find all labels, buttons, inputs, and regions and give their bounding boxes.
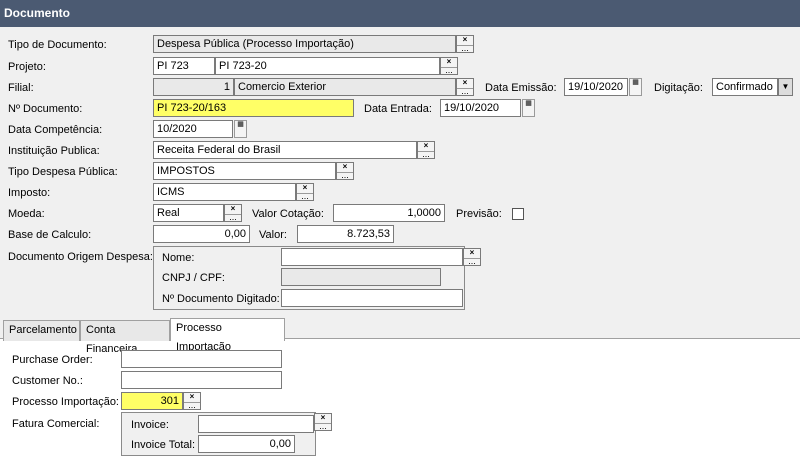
projeto-label: Projeto: xyxy=(8,61,46,73)
documento-origem-numero-field[interactable] xyxy=(281,289,463,307)
moeda-label: Moeda: xyxy=(8,208,45,220)
customer-no-label: Customer No.: xyxy=(12,375,83,387)
processo-importacao-field[interactable]: 301 xyxy=(121,392,183,410)
tipo-documento-label: Tipo de Documento: xyxy=(8,39,107,51)
tipo-despesa-publica-label: Tipo Despesa Pública: xyxy=(8,166,118,178)
projeto-lookup-button[interactable]: ×... xyxy=(440,57,458,75)
valor-field[interactable]: 8.723,53 xyxy=(297,225,394,243)
calendar-icon: ▦ xyxy=(525,100,532,107)
invoice-label: Invoice: xyxy=(131,419,169,431)
imposto-lookup-button[interactable]: ×... xyxy=(296,183,314,201)
data-entrada-calendar-button[interactable]: ▦ xyxy=(522,99,535,117)
valor-label: Valor: xyxy=(259,229,287,241)
moeda-field[interactable]: Real xyxy=(153,204,224,222)
digitacao-label: Digitação: xyxy=(654,82,703,94)
documento-origem-nome-label: Nome: xyxy=(162,252,195,264)
tab-processo-importacao[interactable]: Processo Importação xyxy=(170,318,285,353)
data-competencia-label: Data Competência: xyxy=(8,124,103,136)
calendar-icon: ▦ xyxy=(237,121,244,128)
invoice-field[interactable] xyxy=(198,415,314,433)
tipo-documento-field[interactable]: Despesa Pública (Processo Importação) xyxy=(153,35,456,53)
invoice-total-label: Invoice Total: xyxy=(131,439,196,451)
instituicao-publica-field[interactable]: Receita Federal do Brasil xyxy=(153,141,417,159)
ellipsis-icon: ... xyxy=(441,66,457,76)
valor-cotacao-field[interactable]: 1,0000 xyxy=(333,204,445,222)
processo-importacao-lookup-button[interactable]: ×... xyxy=(183,392,201,410)
ellipsis-icon: ... xyxy=(457,87,473,97)
processo-importacao-label: Processo Importação: xyxy=(12,396,119,408)
window-title: Documento xyxy=(0,0,800,27)
tipo-despesa-publica-lookup-button[interactable]: ×... xyxy=(336,162,354,180)
filial-label: Filial: xyxy=(8,82,34,94)
data-emissao-field[interactable]: 19/10/2020 xyxy=(564,78,628,96)
ellipsis-icon: ... xyxy=(457,44,473,54)
ellipsis-icon: ... xyxy=(418,150,434,160)
tipo-documento-lookup-button[interactable]: ×... xyxy=(456,35,474,53)
documento-origem-numero-label: Nº Documento Digitado: xyxy=(162,293,280,305)
invoice-lookup-button[interactable]: ×... xyxy=(314,413,332,431)
projeto-code-field[interactable]: PI 723 xyxy=(153,57,215,75)
data-emissao-label: Data Emissão: xyxy=(485,82,557,94)
imposto-label: Imposto: xyxy=(8,187,51,199)
filial-code-field[interactable]: 1 xyxy=(153,78,234,96)
digitacao-select[interactable]: Confirmado xyxy=(712,78,778,96)
ellipsis-icon: ... xyxy=(184,401,200,411)
data-competencia-calendar-button[interactable]: ▦ xyxy=(234,120,247,138)
ellipsis-icon: ... xyxy=(297,192,313,202)
customer-no-field[interactable] xyxy=(121,371,282,389)
previsao-checkbox[interactable] xyxy=(512,208,524,220)
documento-origem-lookup-button[interactable]: ×... xyxy=(463,248,481,266)
tab-parcelamento[interactable]: Parcelamento xyxy=(3,320,80,341)
valor-cotacao-label: Valor Cotação: xyxy=(252,208,324,220)
chevron-down-icon: ▼ xyxy=(781,82,790,91)
data-entrada-field[interactable]: 19/10/2020 xyxy=(440,99,521,117)
fatura-comercial-label: Fatura Comercial: xyxy=(12,418,100,430)
imposto-field[interactable]: ICMS xyxy=(153,183,296,201)
invoice-total-field[interactable]: 0,00 xyxy=(198,435,295,453)
purchase-order-field[interactable] xyxy=(121,350,282,368)
calendar-icon: ▦ xyxy=(632,79,639,86)
ellipsis-icon: ... xyxy=(337,171,353,181)
data-entrada-label: Data Entrada: xyxy=(364,103,432,115)
ellipsis-icon: ... xyxy=(315,422,331,432)
documento-origem-label: Documento Origem Despesa: xyxy=(8,251,153,263)
instituicao-publica-lookup-button[interactable]: ×... xyxy=(417,141,435,159)
moeda-lookup-button[interactable]: ×... xyxy=(224,204,242,222)
ellipsis-icon: ... xyxy=(225,213,241,223)
tipo-despesa-publica-field[interactable]: IMPOSTOS xyxy=(153,162,336,180)
documento-origem-cnpj-field[interactable] xyxy=(281,268,441,286)
numero-documento-field[interactable]: PI 723-20/163 xyxy=(153,99,354,117)
tab-conta-financeira[interactable]: Conta Financeira xyxy=(80,320,170,355)
filial-name-field[interactable]: Comercio Exterior xyxy=(234,78,456,96)
purchase-order-label: Purchase Order: xyxy=(12,354,93,366)
base-calculo-label: Base de Calculo: xyxy=(8,229,92,241)
ellipsis-icon: ... xyxy=(464,257,480,267)
numero-documento-label: Nº Documento: xyxy=(8,103,83,115)
data-competencia-field[interactable]: 10/2020 xyxy=(153,120,233,138)
filial-lookup-button[interactable]: ×... xyxy=(456,78,474,96)
documento-origem-nome-field[interactable] xyxy=(281,248,463,266)
previsao-label: Previsão: xyxy=(456,208,502,220)
data-emissao-calendar-button[interactable]: ▦ xyxy=(629,78,642,96)
instituicao-publica-label: Instituição Publica: xyxy=(8,145,100,157)
digitacao-dropdown-button[interactable]: ▼ xyxy=(778,78,793,96)
base-calculo-field[interactable]: 0,00 xyxy=(153,225,250,243)
projeto-name-field[interactable]: PI 723-20 xyxy=(215,57,440,75)
documento-origem-cnpj-label: CNPJ / CPF: xyxy=(162,272,225,284)
